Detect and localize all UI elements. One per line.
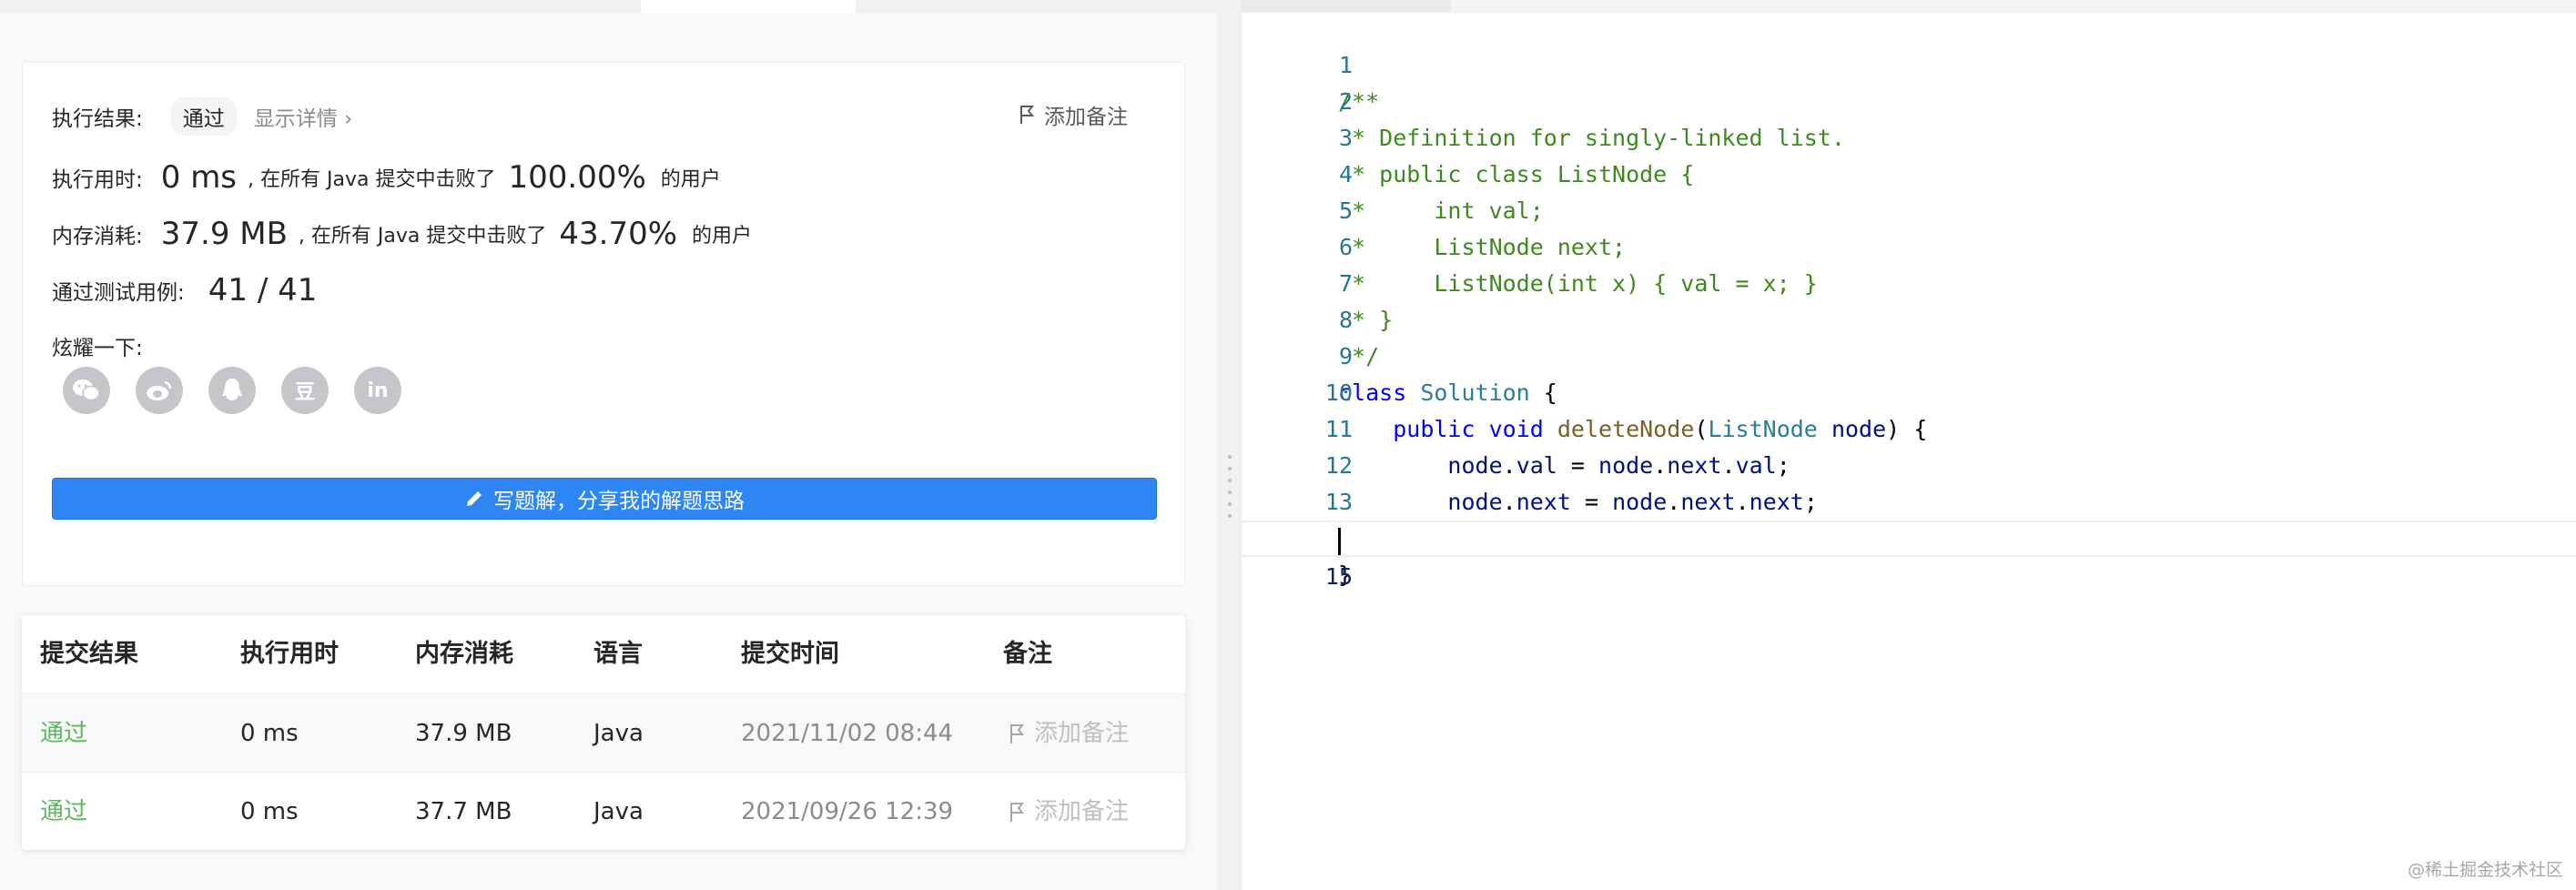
pane-resize-handle[interactable] <box>1218 0 1242 890</box>
code-line: 11 node.val = node.next.val; <box>1242 375 2576 479</box>
row-add-note-button[interactable]: 添加备注 <box>1009 694 1129 773</box>
header-runtime: 执行用时 <box>240 640 339 668</box>
write-solution-label: 写题解，分享我的解题思路 <box>493 490 745 513</box>
linkedin-icon[interactable]: in <box>354 367 401 414</box>
code-line: 6 * ListNode(int x) { val = x; } <box>1242 193 2576 297</box>
left-pane: 执行结果: 通过 显示详情 › 添加备注 执行用时: 0 ms , 在所有 Ja… <box>0 13 1218 890</box>
row-memory: 37.7 MB <box>415 798 512 825</box>
code-line: 13 } <box>1242 448 2576 551</box>
line-number: 15 <box>1324 563 1353 590</box>
code-line: 9 class Solution { <box>1242 302 2576 406</box>
runtime-percent: 100.00% <box>508 159 646 196</box>
code-line: 4 * int val; <box>1242 120 2576 224</box>
show-details-link[interactable]: 显示详情 › <box>254 101 353 132</box>
row-runtime: 0 ms <box>240 798 299 825</box>
share-label: 炫耀一下: <box>52 337 143 360</box>
flag-icon <box>1020 106 1035 124</box>
status-row: 执行结果: 通过 显示详情 › <box>52 97 352 136</box>
memory-text: , 在所有 Java 提交中击败了 <box>298 225 547 248</box>
code-line: 14 } <box>1242 484 2576 588</box>
share-row: 炫耀一下: <box>52 330 143 361</box>
testcase-label: 通过测试用例: <box>52 281 185 305</box>
flag-icon <box>1010 724 1025 743</box>
douban-icon[interactable]: 豆 <box>281 367 329 414</box>
submissions-table: 提交结果 执行用时 内存消耗 语言 提交时间 备注 通过 0 ms 37.9 M… <box>22 615 1185 850</box>
runtime-label: 执行用时: <box>52 168 143 192</box>
tab-strip <box>0 0 1218 13</box>
add-note-label: 添加备注 <box>1034 798 1130 825</box>
row-language: Java <box>593 798 644 825</box>
row-result[interactable]: 通过 <box>40 773 87 851</box>
memory-value: 37.9 MB <box>160 216 288 252</box>
code-line: 7 * } <box>1242 229 2576 333</box>
table-row[interactable]: 通过 0 ms 37.7 MB Java 2021/09/26 12:39 添加… <box>22 772 1185 851</box>
code-line: 1 /** <box>1242 11 2576 115</box>
code-line: 5 * ListNode next; <box>1242 157 2576 260</box>
status-badge: 通过 <box>169 97 238 136</box>
qq-icon[interactable] <box>208 367 256 414</box>
header-memory: 内存消耗 <box>415 640 513 668</box>
add-note-label: 添加备注 <box>1034 720 1130 747</box>
code-line: 3 * public class ListNode { <box>1242 84 2576 187</box>
flag-icon <box>1010 803 1025 822</box>
header-language: 语言 <box>593 640 643 668</box>
memory-row: 内存消耗: 37.9 MB , 在所有 Java 提交中击败了 43.70% 的… <box>52 216 752 252</box>
header-result: 提交结果 <box>40 640 138 668</box>
header-note: 备注 <box>1003 640 1052 668</box>
runtime-row: 执行用时: 0 ms , 在所有 Java 提交中击败了 100.00% 的用户 <box>52 159 721 196</box>
runtime-suffix: 的用户 <box>660 168 721 191</box>
row-runtime: 0 ms <box>240 720 299 747</box>
runtime-value: 0 ms <box>160 159 238 196</box>
row-add-note-button[interactable]: 添加备注 <box>1009 773 1129 851</box>
weibo-icon[interactable] <box>136 367 183 414</box>
header-submit-time: 提交时间 <box>741 640 839 668</box>
memory-percent: 43.70% <box>559 216 678 252</box>
text-cursor <box>1338 528 1341 555</box>
add-note-button[interactable]: 添加备注 <box>1019 99 1128 130</box>
runtime-text: , 在所有 Java 提交中击败了 <box>248 168 496 191</box>
table-row[interactable]: 通过 0 ms 37.9 MB Java 2021/11/02 08:44 添加… <box>22 693 1185 773</box>
memory-label: 内存消耗: <box>52 225 143 248</box>
row-language: Java <box>593 720 644 747</box>
drag-dots-icon <box>1228 455 1232 526</box>
testcase-value: 41 / 41 <box>208 272 318 308</box>
code-editor[interactable]: 1 /** 2 * Definition for singly-linked l… <box>1242 0 2576 890</box>
code-line: 10 public void deleteNode(ListNode node)… <box>1242 339 2576 442</box>
result-card: 执行结果: 通过 显示详情 › 添加备注 执行用时: 0 ms , 在所有 Ja… <box>22 62 1185 586</box>
memory-suffix: 的用户 <box>692 225 753 248</box>
testcase-row: 通过测试用例: 41 / 41 <box>52 272 317 308</box>
add-note-label: 添加备注 <box>1044 106 1128 129</box>
code-line: 12 node.next = node.next.next; <box>1242 411 2576 515</box>
row-memory: 37.9 MB <box>415 720 512 747</box>
wechat-icon[interactable] <box>63 367 110 414</box>
write-solution-button[interactable]: 写题解，分享我的解题思路 <box>52 478 1157 520</box>
pencil-icon <box>467 491 482 506</box>
code-line-current: 15 <box>1242 521 2576 590</box>
row-result[interactable]: 通过 <box>40 694 87 773</box>
table-header: 提交结果 执行用时 内存消耗 语言 提交时间 备注 <box>22 615 1185 693</box>
row-submit-time: 2021/11/02 08:44 <box>741 720 954 747</box>
tab-submissions-active[interactable] <box>641 0 856 13</box>
row-submit-time: 2021/09/26 12:39 <box>741 798 954 825</box>
watermark: @稀土掘金技术社区 <box>2407 860 2563 880</box>
share-icons: 豆 in <box>63 367 427 414</box>
status-label: 执行结果: <box>52 107 143 131</box>
code-line: 2 * Definition for singly-linked list. <box>1242 47 2576 151</box>
code-line: 8 */ <box>1242 266 2576 369</box>
